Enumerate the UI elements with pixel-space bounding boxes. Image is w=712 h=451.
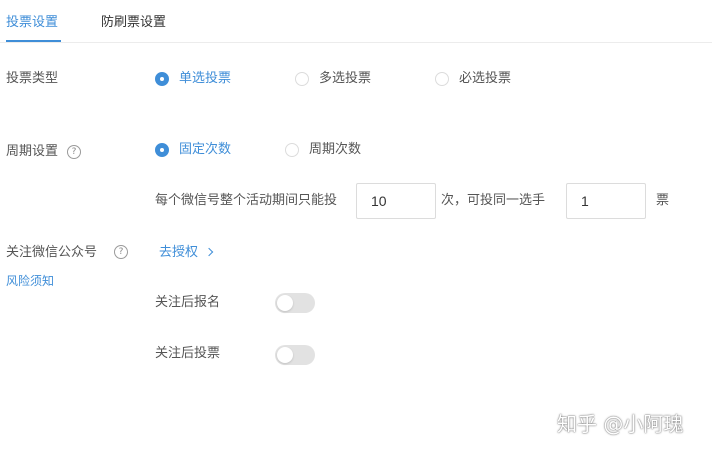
watermark: 知乎 @小阿瑰 bbox=[557, 412, 684, 436]
follow-vote-label: 关注后投票 bbox=[155, 346, 221, 361]
follow-account-label: 关注微信公众号 bbox=[6, 245, 98, 260]
help-icon[interactable]: ? bbox=[114, 245, 128, 259]
radio-single-vote[interactable]: 单选投票 bbox=[155, 70, 231, 88]
radio-label: 周期次数 bbox=[309, 142, 362, 157]
radio-checked-icon bbox=[155, 72, 169, 86]
radio-periodic-times[interactable]: 周期次数 bbox=[285, 141, 361, 159]
follow-signup-label: 关注后报名 bbox=[155, 295, 221, 310]
radio-unchecked-icon bbox=[295, 72, 309, 86]
vote-limit-text-prefix: 每个微信号整个活动期间只能投 bbox=[155, 193, 338, 208]
radio-unchecked-icon bbox=[435, 72, 449, 86]
help-icon[interactable]: ? bbox=[67, 145, 81, 159]
radio-label: 单选投票 bbox=[179, 71, 232, 86]
tab-vote-settings[interactable]: 投票设置 bbox=[6, 14, 58, 32]
vote-limit-text-middle: 次，可投同一选手 bbox=[441, 193, 546, 208]
cycle-settings-label: 周期设置 bbox=[6, 144, 59, 159]
radio-label: 固定次数 bbox=[179, 142, 232, 157]
radio-required-vote[interactable]: 必选投票 bbox=[435, 70, 511, 88]
follow-signup-toggle[interactable] bbox=[275, 293, 315, 313]
radio-label: 多选投票 bbox=[319, 71, 372, 86]
times-per-period-input[interactable] bbox=[356, 183, 436, 219]
votes-per-candidate-input[interactable] bbox=[566, 183, 646, 219]
tab-anti-fraud-settings[interactable]: 防刷票设置 bbox=[101, 14, 166, 32]
radio-multi-vote[interactable]: 多选投票 bbox=[295, 70, 371, 88]
active-tab-indicator bbox=[6, 40, 61, 42]
vote-limit-text-suffix: 票 bbox=[656, 193, 670, 208]
authorize-link[interactable]: 去授权 bbox=[159, 244, 214, 262]
toggle-knob bbox=[277, 295, 293, 311]
radio-checked-icon bbox=[155, 143, 169, 157]
radio-fixed-times[interactable]: 固定次数 bbox=[155, 141, 231, 159]
follow-vote-toggle[interactable] bbox=[275, 345, 315, 365]
toggle-knob bbox=[277, 347, 293, 363]
vote-type-label: 投票类型 bbox=[6, 71, 59, 86]
authorize-link-label: 去授权 bbox=[159, 245, 199, 260]
chevron-right-icon bbox=[204, 247, 214, 257]
risk-notice-link[interactable]: 风险须知 bbox=[6, 272, 54, 290]
settings-tabs: 投票设置 防刷票设置 bbox=[0, 0, 712, 43]
radio-unchecked-icon bbox=[285, 143, 299, 157]
radio-label: 必选投票 bbox=[459, 71, 512, 86]
